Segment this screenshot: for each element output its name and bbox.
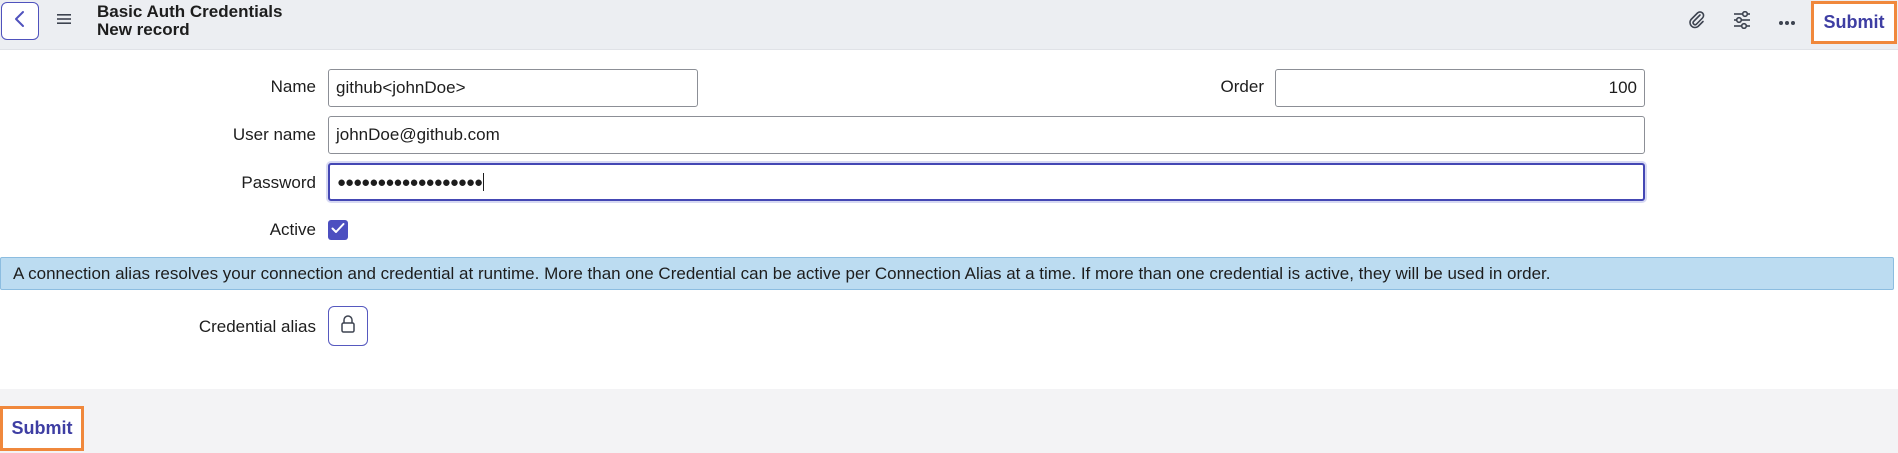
password-value: ●●●●●●●●●●●●●●●●●●: [337, 173, 483, 191]
name-label: Name: [270, 77, 316, 96]
hamburger-icon: [56, 12, 72, 30]
ellipsis-icon: [1778, 13, 1796, 31]
submit-button-footer[interactable]: Submit: [0, 406, 84, 451]
order-label: Order: [1220, 77, 1264, 96]
active-label: Active: [269, 220, 316, 239]
active-checkbox[interactable]: [328, 220, 348, 240]
context-menu-button[interactable]: [55, 12, 73, 30]
order-field[interactable]: 100: [1275, 69, 1645, 107]
back-button[interactable]: [1, 2, 39, 40]
info-message-text: A connection alias resolves your connect…: [13, 263, 1551, 283]
credential-alias-lock-button[interactable]: [328, 306, 368, 346]
submit-button-header[interactable]: Submit: [1811, 1, 1897, 44]
info-message: A connection alias resolves your connect…: [0, 257, 1894, 290]
lock-icon: [340, 314, 356, 339]
attachment-button[interactable]: [1685, 10, 1709, 34]
username-field[interactable]: johnDoe@github.com: [328, 116, 1645, 154]
credential-alias-label: Credential alias: [198, 317, 316, 336]
sliders-icon: [1732, 10, 1752, 34]
checkmark-icon: [331, 221, 345, 239]
record-title-block: Basic Auth Credentials New record: [97, 3, 282, 39]
record-title: New record: [97, 20, 190, 39]
password-field[interactable]: ●●●●●●●●●●●●●●●●●●: [328, 163, 1645, 201]
paperclip-icon: [1687, 10, 1707, 35]
more-options-button[interactable]: [1775, 10, 1799, 34]
username-label: User name: [232, 125, 316, 144]
personalize-form-button[interactable]: [1730, 10, 1754, 34]
password-label: Password: [241, 173, 316, 192]
table-title: Basic Auth Credentials: [97, 2, 283, 21]
chevron-left-icon: [13, 10, 27, 33]
name-field[interactable]: github<johnDoe>: [328, 69, 698, 107]
form-header: Basic Auth Credentials New record Submit: [0, 0, 1898, 50]
form-footer: [0, 389, 1898, 453]
text-cursor: [483, 173, 485, 191]
